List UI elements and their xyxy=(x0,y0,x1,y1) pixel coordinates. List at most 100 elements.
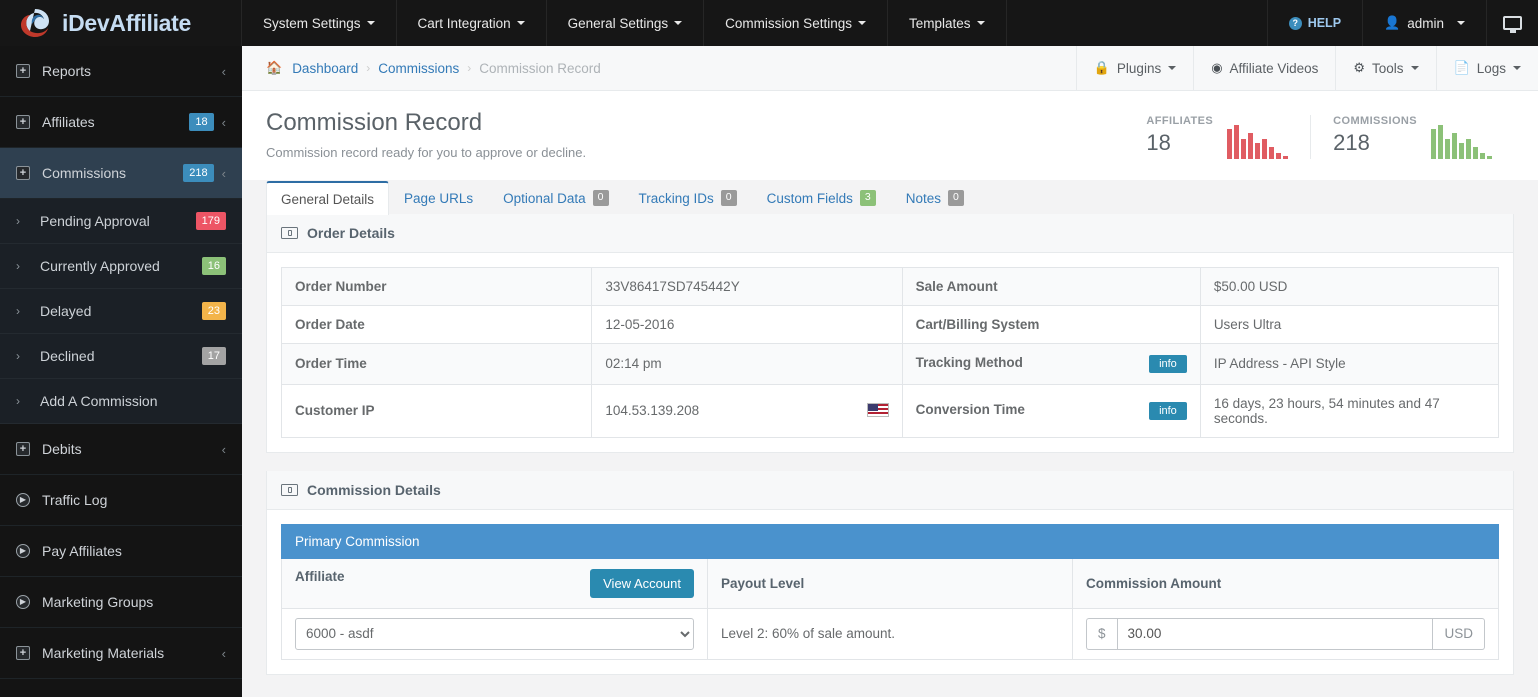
tab-general-details[interactable]: General Details xyxy=(266,180,390,215)
tools-button[interactable]: ⚙ Tools xyxy=(1335,46,1435,90)
sidebar-item-commissions[interactable]: + Commissions 218 ‹ xyxy=(0,148,242,199)
topnav-right-group: ? HELP 👤 admin xyxy=(1266,0,1538,46)
stat-label: AFFILIATES xyxy=(1146,115,1214,127)
sidebar: + Reports ‹ + Affiliates 18 ‹ + Commissi… xyxy=(0,46,242,697)
stat-affiliates: AFFILIATES 18 xyxy=(1124,115,1310,159)
breadcrumb-dashboard[interactable]: Dashboard xyxy=(292,61,358,76)
sidebar-item-label: Marketing Groups xyxy=(42,594,154,610)
logs-button[interactable]: 📄 Logs xyxy=(1435,46,1538,90)
circle-arrow-icon: ▶ xyxy=(16,544,42,558)
topnav-label: System Settings xyxy=(263,15,361,31)
affiliate-select[interactable]: 6000 - asdf xyxy=(295,617,694,650)
sidebar-badge: 218 xyxy=(183,163,214,183)
cell-key: info Conversion Time xyxy=(901,383,1201,438)
topnav-item-commission-settings[interactable]: Commission Settings xyxy=(704,0,888,46)
sidebar-item-label: Add A Commission xyxy=(40,393,158,409)
plus-square-icon: + xyxy=(16,166,42,180)
sidebar-item-label: Pending Approval xyxy=(40,213,150,229)
topnav-item-cart-integration[interactable]: Cart Integration xyxy=(397,0,547,46)
tab-optional-data[interactable]: Optional Data 0 xyxy=(488,180,623,214)
circle-arrow-icon: ▶ xyxy=(16,595,42,609)
sidebar-badge: 179 xyxy=(195,211,226,231)
main-content: 🏠 Dashboard › Commissions › Commission R… xyxy=(242,46,1538,697)
affiliate-header: View Account Affiliate xyxy=(281,557,708,609)
tab-badge: 0 xyxy=(948,190,964,206)
commission-amount-input-group: $ USD xyxy=(1086,617,1485,650)
cell-key: info Tracking Method xyxy=(901,342,1201,385)
order-details-table: Order Number 33V86417SD745442Y Sale Amou… xyxy=(280,266,1500,438)
topnav-item-general-settings[interactable]: General Settings xyxy=(547,0,705,46)
sidebar-item-pending-approval[interactable]: › Pending Approval 179 xyxy=(0,199,242,244)
admin-menu[interactable]: 👤 admin xyxy=(1362,0,1486,46)
affiliates-sparkline xyxy=(1227,121,1289,159)
sidebar-item-label: Traffic Log xyxy=(42,492,108,508)
tab-badge: 0 xyxy=(592,190,609,206)
chevron-right-icon: › xyxy=(16,214,20,228)
cell-key-text: Tracking Method xyxy=(915,354,1023,370)
commission-details-body: Primary Commission View Account Affiliat… xyxy=(267,510,1513,674)
stat-value: 218 xyxy=(1333,130,1370,155)
sidebar-item-pay-affiliates[interactable]: ▶ Pay Affiliates xyxy=(0,526,242,577)
panels-container: Order Details Order Number 33V86417SD745… xyxy=(242,213,1538,697)
sidebar-item-marketing-materials[interactable]: + Marketing Materials ‹ xyxy=(0,628,242,679)
cell-key-text: Conversion Time xyxy=(915,401,1025,417)
sidebar-item-declined[interactable]: › Declined 17 xyxy=(0,334,242,379)
breadcrumb-separator: › xyxy=(467,61,472,75)
brand-logo[interactable]: iDevAffiliate xyxy=(0,0,242,46)
affiliate-cell: 6000 - asdf xyxy=(281,607,708,660)
plus-square-icon: + xyxy=(16,646,42,660)
page-title: Commission Record xyxy=(266,109,483,136)
affiliate-videos-label: Affiliate Videos xyxy=(1229,60,1319,76)
help-button[interactable]: ? HELP xyxy=(1266,0,1362,46)
sidebar-item-debits[interactable]: + Debits ‹ xyxy=(0,424,242,475)
gear-icon: ⚙ xyxy=(1353,60,1366,75)
commission-amount-cell: $ USD xyxy=(1072,607,1499,660)
cell-key: Order Number xyxy=(280,266,593,306)
tracking-method-info-badge[interactable]: info xyxy=(1149,354,1187,373)
lock-icon: 🔒 xyxy=(1093,60,1110,75)
breadcrumb-commissions[interactable]: Commissions xyxy=(378,61,459,76)
chevron-down-icon xyxy=(857,21,866,25)
topnav-item-system-settings[interactable]: System Settings xyxy=(242,0,397,46)
primary-commission-label: Primary Commission xyxy=(281,523,1499,559)
sidebar-item-label: Currently Approved xyxy=(40,258,160,274)
sidebar-item-currently-approved[interactable]: › Currently Approved 16 xyxy=(0,244,242,289)
table-row: Customer IP 104.53.139.208 info Conversi… xyxy=(280,383,1500,438)
tools-label: Tools xyxy=(1372,60,1404,76)
affiliate-videos-button[interactable]: ◉ Affiliate Videos xyxy=(1193,46,1335,90)
topnav-label: Commission Settings xyxy=(725,15,852,31)
sidebar-item-delayed[interactable]: › Delayed 23 xyxy=(0,289,242,334)
sidebar-item-reports[interactable]: + Reports ‹ xyxy=(0,46,242,97)
sidebar-item-affiliates[interactable]: + Affiliates 18 ‹ xyxy=(0,97,242,148)
chevron-down-icon xyxy=(516,21,525,25)
sidebar-item-label: Marketing Materials xyxy=(42,645,165,661)
display-toggle-button[interactable] xyxy=(1486,0,1538,46)
sidebar-item-add-a-commission[interactable]: › Add A Commission xyxy=(0,379,242,424)
commission-amount-input[interactable] xyxy=(1116,617,1434,650)
sidebar-item-traffic-log[interactable]: ▶ Traffic Log xyxy=(0,475,242,526)
tab-tracking-ids[interactable]: Tracking IDs 0 xyxy=(624,180,752,214)
tab-page-urls[interactable]: Page URLs xyxy=(389,181,488,214)
play-circle-icon: ◉ xyxy=(1211,60,1223,75)
tab-custom-fields[interactable]: Custom Fields 3 xyxy=(752,180,891,214)
conversion-time-info-badge[interactable]: info xyxy=(1149,401,1187,420)
page-subtitle: Commission record ready for you to appro… xyxy=(266,144,587,160)
order-details-panel: Order Details Order Number 33V86417SD745… xyxy=(266,213,1514,453)
tab-notes[interactable]: Notes 0 xyxy=(891,180,979,214)
plugins-button[interactable]: 🔒 Plugins xyxy=(1075,46,1193,90)
topnav-item-templates[interactable]: Templates xyxy=(888,0,1007,46)
chevron-right-icon: › xyxy=(16,349,20,363)
cell-value: 104.53.139.208 xyxy=(591,383,903,438)
chevron-down-icon xyxy=(1168,66,1177,70)
chevron-left-icon: ‹ xyxy=(221,441,226,457)
tab-label: Tracking IDs xyxy=(638,190,714,206)
sidebar-item-marketing-groups[interactable]: ▶ Marketing Groups xyxy=(0,577,242,628)
home-icon: 🏠 xyxy=(266,60,283,75)
order-details-body: Order Number 33V86417SD745442Y Sale Amou… xyxy=(267,253,1513,452)
cell-key-text: Customer IP xyxy=(295,403,375,419)
sidebar-item-label: Declined xyxy=(40,348,95,364)
payout-level-header: Payout Level xyxy=(706,557,1074,609)
affiliate-header-label: Affiliate xyxy=(295,568,345,584)
tab-label: General Details xyxy=(281,191,375,207)
view-account-button[interactable]: View Account xyxy=(590,568,694,598)
